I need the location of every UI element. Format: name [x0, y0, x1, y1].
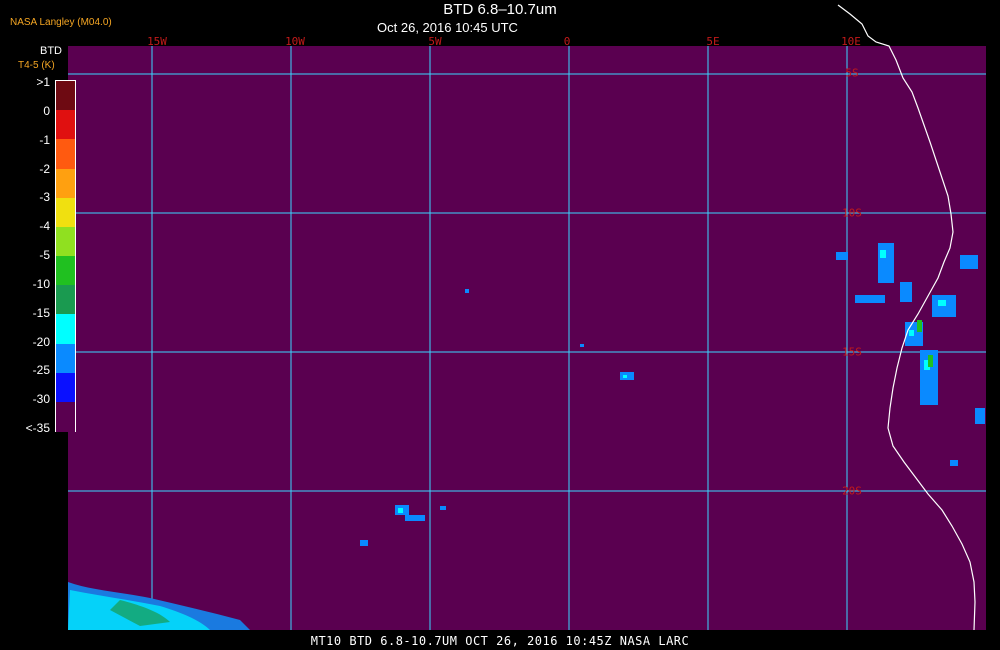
colorbar-segment [56, 372, 75, 403]
lon-label-5e: 5E [706, 35, 720, 48]
colorbar-tick-label: <-35 [25, 421, 50, 435]
colorbar-segment [56, 139, 75, 170]
source-label: NASA Langley (M04.0) [10, 17, 112, 28]
lat-label-20s: 20S [842, 484, 862, 498]
map-overlay [68, 4, 986, 631]
colorbar-segment [56, 197, 75, 228]
colorbar-segment [56, 168, 75, 199]
colorbar-tick-label: -2 [39, 161, 50, 176]
lon-label-0: 0 [563, 35, 571, 48]
footer-caption: MT10 BTD 6.8-10.7UM OCT 26, 2016 10:45Z … [310, 634, 690, 648]
colorbar [55, 80, 76, 432]
colorbar-tick-label: -10 [32, 276, 50, 291]
colorbar-tick-label: -25 [32, 363, 50, 378]
colorbar-segment [56, 401, 75, 432]
lat-label-5s: 5S [845, 66, 859, 80]
colorbar-title: BTD [40, 45, 62, 57]
colorbar-segment [56, 110, 75, 141]
colorbar-tick-label: -4 [39, 219, 50, 234]
colorbar-tick-label: -5 [39, 248, 50, 262]
colorbar-units: T4-5 (K) [18, 60, 55, 71]
colorbar-segment [56, 343, 75, 374]
colorbar-segment [56, 314, 75, 345]
lat-lon-grid [68, 46, 986, 630]
colorbar-tick-label: -20 [32, 334, 50, 349]
colorbar-segment [56, 285, 75, 316]
colorbar-tick-label: 0 [43, 103, 50, 118]
colorbar-tick-label: >1 [36, 75, 50, 89]
colorbar-tick-label: -3 [39, 190, 50, 205]
lon-label-5w: 5W [428, 35, 442, 48]
colorbar-segment [56, 256, 75, 286]
coastline [837, 4, 976, 631]
product-title: BTD 6.8–10.7um [443, 1, 557, 18]
colorbar-segment [56, 81, 75, 111]
image-timestamp: Oct 26, 2016 10:45 UTC [377, 20, 518, 35]
lon-label-10e: 10E [841, 35, 861, 48]
lat-label-10s: 10S [842, 206, 862, 220]
lat-label-15s: 15S [842, 345, 862, 359]
lon-label-10w: 10W [285, 35, 305, 48]
colorbar-tick-label: -30 [32, 392, 50, 407]
colorbar-tick-label: -1 [39, 132, 50, 147]
colorbar-tick-label: -15 [32, 305, 50, 320]
lon-label-15w: 15W [147, 35, 167, 48]
colorbar-segment [56, 226, 75, 257]
